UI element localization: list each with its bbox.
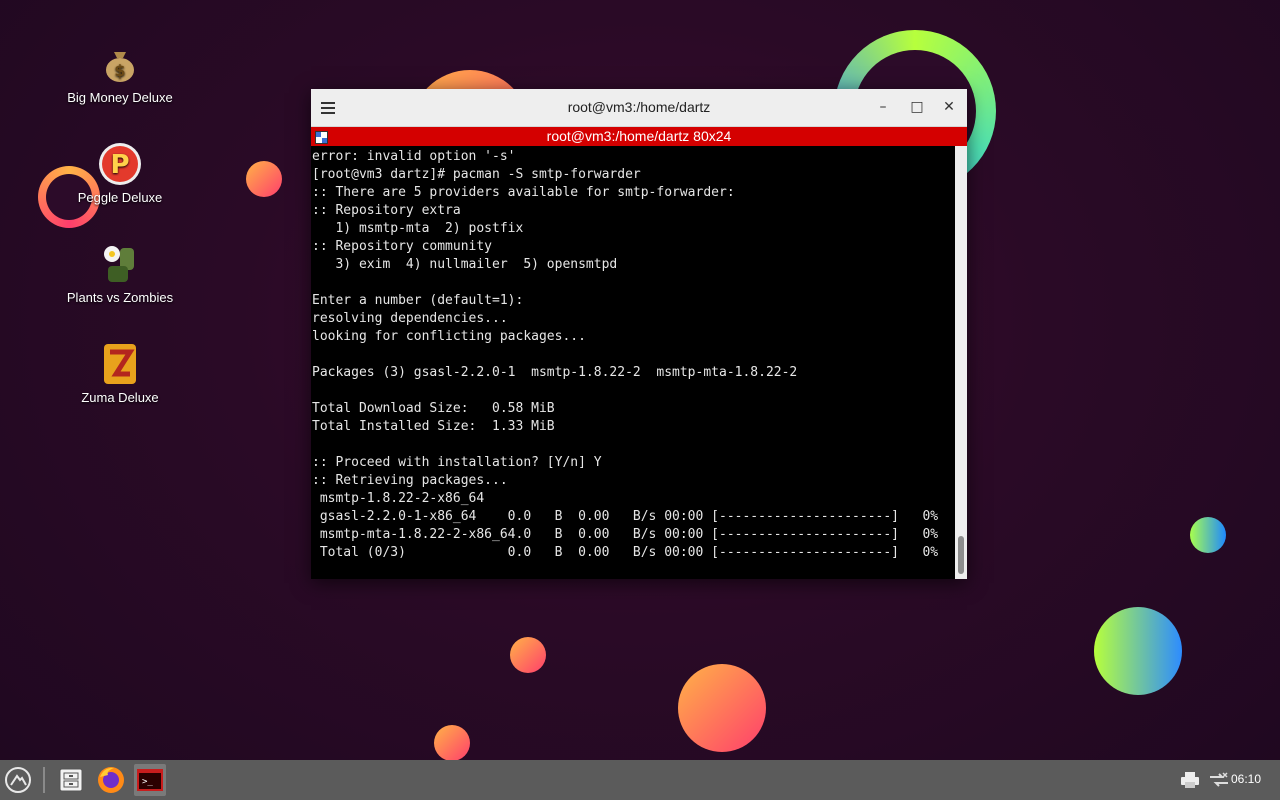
- terminal-line: looking for conflicting packages...: [312, 329, 586, 344]
- terminal-line: [root@vm3 dartz]# pacman -S smtp-forward…: [312, 167, 641, 182]
- close-button[interactable]: ✕: [940, 98, 958, 116]
- terminal-output[interactable]: error: invalid option '-s' [root@vm3 dar…: [311, 146, 955, 579]
- terminal-line: msmtp-1.8.22-2-x86_64: [312, 491, 485, 506]
- desktop-icon-label: Zuma Deluxe: [81, 390, 159, 405]
- desktop-icon-plants-vs-zombies[interactable]: Plants vs Zombies: [50, 242, 190, 305]
- money-bag-icon: $: [98, 42, 142, 86]
- taskbar-separator: [43, 767, 45, 793]
- terminal-line: msmtp-mta-1.8.22-2-x86_64.0 B 0.00 B/s 0…: [312, 527, 939, 542]
- desktop-icon-peggle-deluxe[interactable]: P Peggle Deluxe: [50, 142, 190, 205]
- svg-text:$: $: [114, 61, 125, 80]
- printer-icon[interactable]: [1174, 764, 1206, 796]
- terminal-window[interactable]: root@vm3:/home/dartz – □ ✕ root@vm3:/hom…: [311, 89, 967, 579]
- file-manager-icon[interactable]: [55, 764, 87, 796]
- terminal-icon[interactable]: >_: [134, 764, 166, 796]
- split-view-icon[interactable]: [315, 130, 328, 144]
- window-title: root@vm3:/home/dartz: [567, 99, 711, 115]
- terminal-line: Total Download Size: 0.58 MiB: [312, 401, 555, 416]
- terminal-line: 1) msmtp-mta 2) postfix: [312, 221, 524, 236]
- desktop-icon-zuma-deluxe[interactable]: Zuma Deluxe: [50, 342, 190, 405]
- scrollbar-thumb[interactable]: [958, 536, 964, 574]
- clock[interactable]: 06:10: [1231, 772, 1261, 786]
- terminal-text: error: invalid option '-s' [root@vm3 dar…: [311, 146, 955, 562]
- maximize-button[interactable]: □: [908, 98, 926, 116]
- taskbar: >_ 06:10: [0, 760, 1280, 800]
- desktop-icon-label: Peggle Deluxe: [77, 190, 163, 205]
- desktop-icon-label: Big Money Deluxe: [67, 90, 173, 105]
- svg-text:>_: >_: [142, 777, 153, 787]
- wallpaper-bubble: [1190, 517, 1226, 553]
- terminal-line: :: Retrieving packages...: [312, 473, 508, 488]
- terminal-line: :: Repository community: [312, 239, 493, 254]
- start-menu-icon[interactable]: [2, 764, 34, 796]
- window-titlebar[interactable]: root@vm3:/home/dartz – □ ✕: [311, 89, 967, 127]
- terminal-line: resolving dependencies...: [312, 311, 508, 326]
- wallpaper-bubble: [246, 161, 282, 197]
- terminal-scrollbar[interactable]: [955, 146, 967, 579]
- firefox-icon[interactable]: [95, 764, 127, 796]
- plants-vs-zombies-icon: [98, 242, 142, 286]
- terminal-line: gsasl-2.2.0-1-x86_64 0.0 B 0.00 B/s 00:0…: [312, 509, 939, 524]
- desktop-icon-label: Plants vs Zombies: [66, 290, 174, 305]
- terminal-line: 3) exim 4) nullmailer 5) opensmtpd: [312, 257, 618, 272]
- terminal-tab[interactable]: root@vm3:/home/dartz 80x24: [311, 127, 967, 146]
- svg-text:P: P: [110, 150, 129, 180]
- terminal-line: Enter a number (default=1):: [312, 293, 524, 308]
- zuma-icon: [98, 342, 142, 386]
- terminal-line: :: There are 5 providers available for s…: [312, 185, 735, 200]
- minimize-button[interactable]: –: [874, 98, 892, 116]
- wallpaper-bubble: [1094, 607, 1182, 695]
- terminal-line: :: Repository extra: [312, 203, 461, 218]
- terminal-line: Total Installed Size: 1.33 MiB: [312, 419, 555, 434]
- desktop-icon-big-money-deluxe[interactable]: $ Big Money Deluxe: [50, 42, 190, 105]
- terminal-line: error: invalid option '-s': [312, 149, 516, 164]
- wallpaper-bubble: [678, 664, 766, 752]
- peggle-icon: P: [98, 142, 142, 186]
- wallpaper-bubble: [510, 637, 546, 673]
- tab-title: root@vm3:/home/dartz 80x24: [546, 128, 732, 144]
- wallpaper-bubble: [434, 725, 470, 761]
- terminal-line: Total (0/3) 0.0 B 0.00 B/s 00:00 [------…: [312, 545, 939, 560]
- terminal-line: :: Proceed with installation? [Y/n] Y: [312, 455, 602, 470]
- terminal-line: Packages (3) gsasl-2.2.0-1 msmtp-1.8.22-…: [312, 365, 798, 380]
